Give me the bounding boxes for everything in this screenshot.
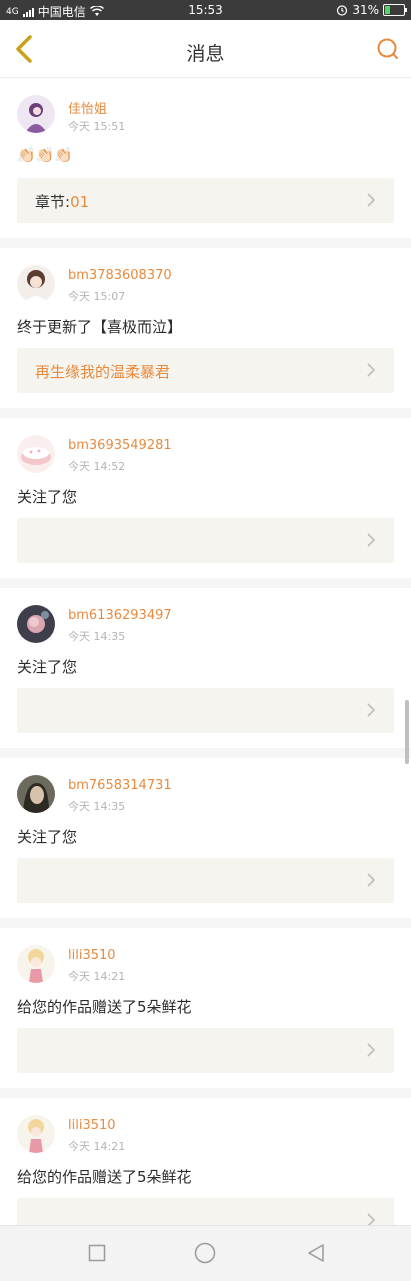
username[interactable]: 佳怡姐 xyxy=(68,98,107,117)
reference-label: 章节: xyxy=(35,193,71,211)
username[interactable]: bm7658314731 xyxy=(68,778,172,793)
search-button[interactable] xyxy=(373,34,403,64)
message-item[interactable]: bm3693549281 今天 14:52 关注了您 xyxy=(0,418,411,578)
battery-icon xyxy=(383,4,407,16)
avatar[interactable] xyxy=(17,1115,55,1153)
reference-text: 章节:01 xyxy=(35,191,89,212)
message-text: 给您的作品赠送了5朵鲜花 xyxy=(17,998,192,1016)
avatar[interactable] xyxy=(17,95,55,133)
username[interactable]: bm3783608370 xyxy=(68,268,172,283)
chevron-right-icon xyxy=(367,873,376,887)
timestamp: 今天 14:52 xyxy=(68,460,126,473)
app-header: 消息 xyxy=(0,20,411,78)
avatar[interactable] xyxy=(17,435,55,473)
search-icon xyxy=(377,38,398,59)
divider xyxy=(0,408,411,418)
reference-card[interactable] xyxy=(17,688,394,733)
reference-card[interactable] xyxy=(17,858,394,903)
message-item[interactable]: bm7658314731 今天 14:35 关注了您 xyxy=(0,758,411,918)
home-button[interactable] xyxy=(192,1240,218,1266)
reference-card[interactable]: 章节:01 xyxy=(17,178,394,223)
divider xyxy=(0,238,411,248)
reference-value: 01 xyxy=(70,193,90,211)
chevron-right-icon xyxy=(367,533,376,547)
divider xyxy=(0,578,411,588)
divider xyxy=(0,918,411,928)
scrollbar[interactable] xyxy=(405,700,409,764)
timestamp: 今天 15:07 xyxy=(68,290,126,303)
timestamp: 今天 14:21 xyxy=(68,970,126,983)
username[interactable]: bm3693549281 xyxy=(68,438,172,453)
circle-icon xyxy=(194,1242,216,1264)
divider xyxy=(0,748,411,758)
message-item[interactable]: 佳怡姐 今天 15:51 👏🏻👏🏻👏🏻 章节:01 xyxy=(0,78,411,238)
timestamp: 今天 14:35 xyxy=(68,800,126,813)
nav-back-button[interactable] xyxy=(303,1240,329,1266)
reference-text: 再生缘我的温柔暴君 xyxy=(35,361,170,382)
timestamp: 今天 14:21 xyxy=(68,1140,126,1153)
username[interactable]: bm6136293497 xyxy=(68,608,172,623)
reference-card[interactable] xyxy=(17,1028,394,1073)
chevron-right-icon xyxy=(367,363,376,377)
message-text: 关注了您 xyxy=(17,488,78,506)
chevron-right-icon xyxy=(367,193,376,207)
triangle-back-icon xyxy=(308,1244,324,1262)
message-item[interactable]: lili3510 今天 14:21 给您的作品赠送了5朵鲜花 xyxy=(0,928,411,1088)
reference-card[interactable]: 再生缘我的温柔暴君 xyxy=(17,348,394,393)
reference-value: 再生缘我的温柔暴君 xyxy=(35,363,171,381)
avatar[interactable] xyxy=(17,775,55,813)
chevron-right-icon xyxy=(367,703,376,717)
battery-percent: 31% xyxy=(352,3,379,17)
reference-card[interactable] xyxy=(17,518,394,563)
username[interactable]: lili3510 xyxy=(68,948,116,963)
avatar[interactable] xyxy=(17,945,55,983)
status-right: 31% xyxy=(336,3,407,17)
message-text: 关注了您 xyxy=(17,828,78,846)
message-text: 给您的作品赠送了5朵鲜花 xyxy=(17,1168,192,1186)
status-bar: 4G 中国电信 15:53 31% xyxy=(0,0,411,20)
message-item[interactable]: bm6136293497 今天 14:35 关注了您 xyxy=(0,588,411,748)
alarm-icon xyxy=(337,5,348,16)
message-list: 佳怡姐 今天 15:51 👏🏻👏🏻👏🏻 章节:01 bm3783608370 今… xyxy=(0,78,411,1258)
username[interactable]: lili3510 xyxy=(68,1118,116,1133)
message-text: 👏🏻👏🏻👏🏻 xyxy=(17,146,74,164)
chevron-right-icon xyxy=(367,1043,376,1057)
avatar[interactable] xyxy=(17,265,55,303)
timestamp: 今天 15:51 xyxy=(68,120,126,133)
page-title: 消息 xyxy=(186,43,225,65)
recent-apps-button[interactable] xyxy=(84,1240,110,1266)
message-text: 关注了您 xyxy=(17,658,78,676)
message-text: 终于更新了【喜极而泣】 xyxy=(17,318,183,336)
timestamp: 今天 14:35 xyxy=(68,630,126,643)
square-icon xyxy=(88,1244,106,1262)
system-nav-bar xyxy=(0,1225,411,1281)
avatar[interactable] xyxy=(17,605,55,643)
message-item[interactable]: bm3783608370 今天 15:07 终于更新了【喜极而泣】 再生缘我的温… xyxy=(0,248,411,408)
divider xyxy=(0,1088,411,1098)
